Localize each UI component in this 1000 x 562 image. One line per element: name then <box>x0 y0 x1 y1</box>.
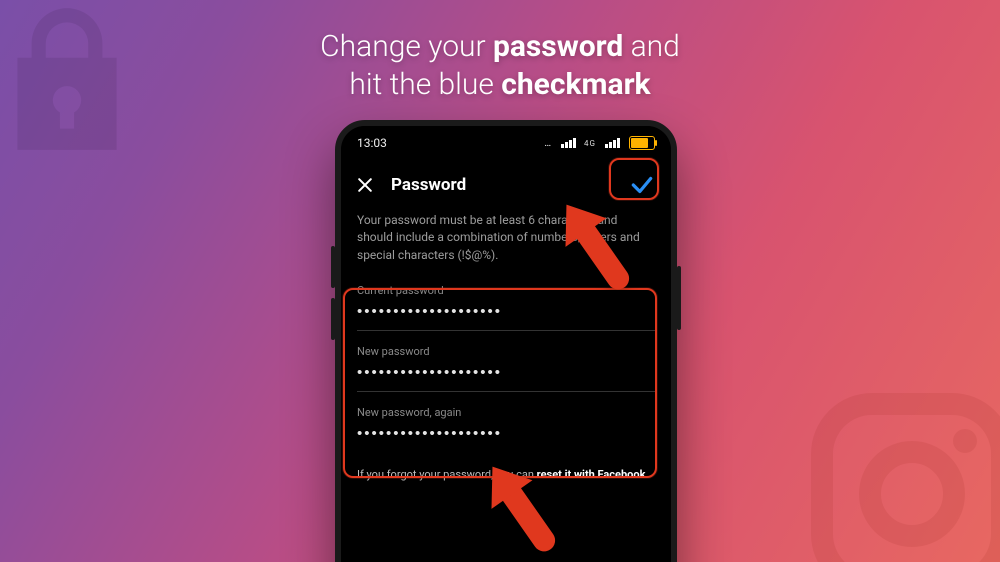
password-requirements-text: Your password must be at least 6 charact… <box>341 208 671 274</box>
network-4g-icon: 4G <box>584 139 596 148</box>
headline-text: Change your <box>320 29 493 64</box>
close-icon[interactable] <box>355 175 375 195</box>
confirm-checkmark-button[interactable] <box>627 170 657 200</box>
forgot-text: If you forgot your password, you can <box>357 468 537 481</box>
status-time: 13:03 <box>357 136 387 150</box>
status-right: … 4G <box>544 136 655 150</box>
phone-power <box>677 266 681 330</box>
forgot-text: . <box>645 468 648 481</box>
phone-volume-up <box>331 246 335 288</box>
app-header: Password <box>341 156 671 208</box>
phone-volume-down <box>331 298 335 340</box>
field-label: New password <box>357 345 655 358</box>
field-value: •••••••••••••••••••• <box>357 364 655 381</box>
field-label: New password, again <box>357 406 655 419</box>
reset-with-facebook-link[interactable]: reset it with Facebook <box>537 468 646 481</box>
field-value: •••••••••••••••••••• <box>357 303 655 320</box>
confirm-password-field[interactable]: New password, again •••••••••••••••••••• <box>357 398 655 452</box>
headline-bold: password <box>493 29 623 64</box>
status-dots: … <box>544 138 552 149</box>
instagram-icon <box>792 374 1000 562</box>
field-label: Current password <box>357 284 655 297</box>
signal-icon <box>561 138 576 148</box>
headline-text: hit the blue <box>349 67 501 102</box>
current-password-field[interactable]: Current password •••••••••••••••••••• <box>357 276 655 331</box>
signal-icon <box>605 138 620 148</box>
new-password-field[interactable]: New password •••••••••••••••••••• <box>357 337 655 392</box>
headline-text: and <box>623 29 680 64</box>
page-title: Password <box>391 175 466 195</box>
status-bar: 13:03 … 4G <box>341 126 671 156</box>
battery-icon <box>629 136 655 150</box>
password-fields-group: Current password •••••••••••••••••••• Ne… <box>341 274 671 460</box>
phone-mockup: 13:03 … 4G Password <box>335 120 665 562</box>
forgot-password-text: If you forgot your password, you can res… <box>341 460 671 489</box>
field-value: •••••••••••••••••••• <box>357 425 655 442</box>
instruction-headline: Change your password and hit the blue ch… <box>0 28 1000 103</box>
phone-screen: 13:03 … 4G Password <box>341 126 671 562</box>
tutorial-slide: Change your password and hit the blue ch… <box>0 0 1000 562</box>
headline-bold: checkmark <box>501 67 650 102</box>
